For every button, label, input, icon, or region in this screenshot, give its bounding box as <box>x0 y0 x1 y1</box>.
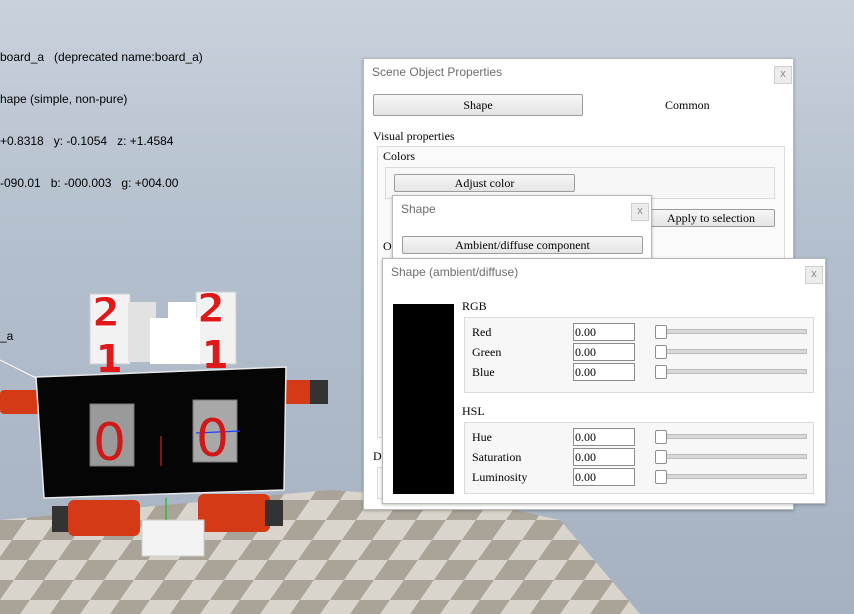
other-group-label: O <box>383 239 392 253</box>
dialog-title: Scene Object Properties <box>372 65 503 79</box>
green-slider-thumb[interactable] <box>655 345 667 359</box>
red-field[interactable]: 0.00 <box>573 323 635 341</box>
close-icon[interactable]: x <box>774 66 792 84</box>
adjust-color-button[interactable]: Adjust color <box>394 174 575 192</box>
hud-line-4: -090.01 b: -000.003 g: +004.00 <box>0 176 179 190</box>
hue-field[interactable]: 0.00 <box>573 428 635 446</box>
hud-line-3: +0.8318 y: -0.1054 z: +1.4584 <box>0 134 174 148</box>
hud-line-2: hape (simple, non-pure) <box>0 92 128 106</box>
luminosity-slider-track[interactable] <box>655 474 807 479</box>
saturation-label: Saturation <box>472 450 522 464</box>
apply-to-selection-button[interactable]: Apply to selection <box>647 209 775 227</box>
blue-field[interactable]: 0.00 <box>573 363 635 381</box>
hsl-label: HSL <box>462 404 485 418</box>
saturation-field[interactable]: 0.00 <box>573 448 635 466</box>
close-icon[interactable]: x <box>805 266 823 284</box>
saturation-slider-thumb[interactable] <box>655 450 667 464</box>
color-preview-swatch <box>393 304 454 494</box>
luminosity-field[interactable]: 0.00 <box>573 468 635 486</box>
color-dialog: Shape (ambient/diffuse) x RGB Red 0.00 G… <box>382 258 826 504</box>
tab-common[interactable]: Common <box>665 98 710 113</box>
luminosity-slider-thumb[interactable] <box>655 470 667 484</box>
red-slider-track[interactable] <box>655 329 807 334</box>
d-group-label: D <box>373 449 382 463</box>
shape-dialog-title: Shape <box>401 202 436 216</box>
green-slider-track[interactable] <box>655 349 807 354</box>
cube-digit-2a: 2 <box>92 290 120 336</box>
hue-slider-track[interactable] <box>655 434 807 439</box>
green-label: Green <box>472 345 502 359</box>
hud-line-1: board_a (deprecated name:board_a) <box>0 50 203 64</box>
rgb-label: RGB <box>462 299 487 313</box>
board-digit-left: 0 <box>93 413 126 473</box>
blue-slider-track[interactable] <box>655 369 807 374</box>
tab-shape[interactable]: Shape <box>373 94 583 116</box>
board-digit-right: 0 <box>196 409 229 469</box>
red-label: Red <box>472 325 492 339</box>
colors-label: Colors <box>383 149 416 163</box>
visual-properties-label: Visual properties <box>373 129 455 143</box>
hue-slider-thumb[interactable] <box>655 430 667 444</box>
cube-digit-1b: 1 <box>202 333 228 377</box>
object-name-label: _a <box>0 329 14 343</box>
object-info-overlay: board_a (deprecated name:board_a) hape (… <box>0 22 203 218</box>
luminosity-label: Luminosity <box>472 470 528 484</box>
red-slider-thumb[interactable] <box>655 325 667 339</box>
close-icon[interactable]: x <box>631 203 649 221</box>
cube-digit-1a: 1 <box>96 337 122 381</box>
hue-label: Hue <box>472 430 492 444</box>
cube-digit-2b: 2 <box>197 286 225 332</box>
saturation-slider-track[interactable] <box>655 454 807 459</box>
blue-label: Blue <box>472 365 495 379</box>
green-field[interactable]: 0.00 <box>573 343 635 361</box>
ambient-diffuse-button[interactable]: Ambient/diffuse component <box>402 236 643 254</box>
color-dialog-title: Shape (ambient/diffuse) <box>391 265 519 279</box>
blue-slider-thumb[interactable] <box>655 365 667 379</box>
